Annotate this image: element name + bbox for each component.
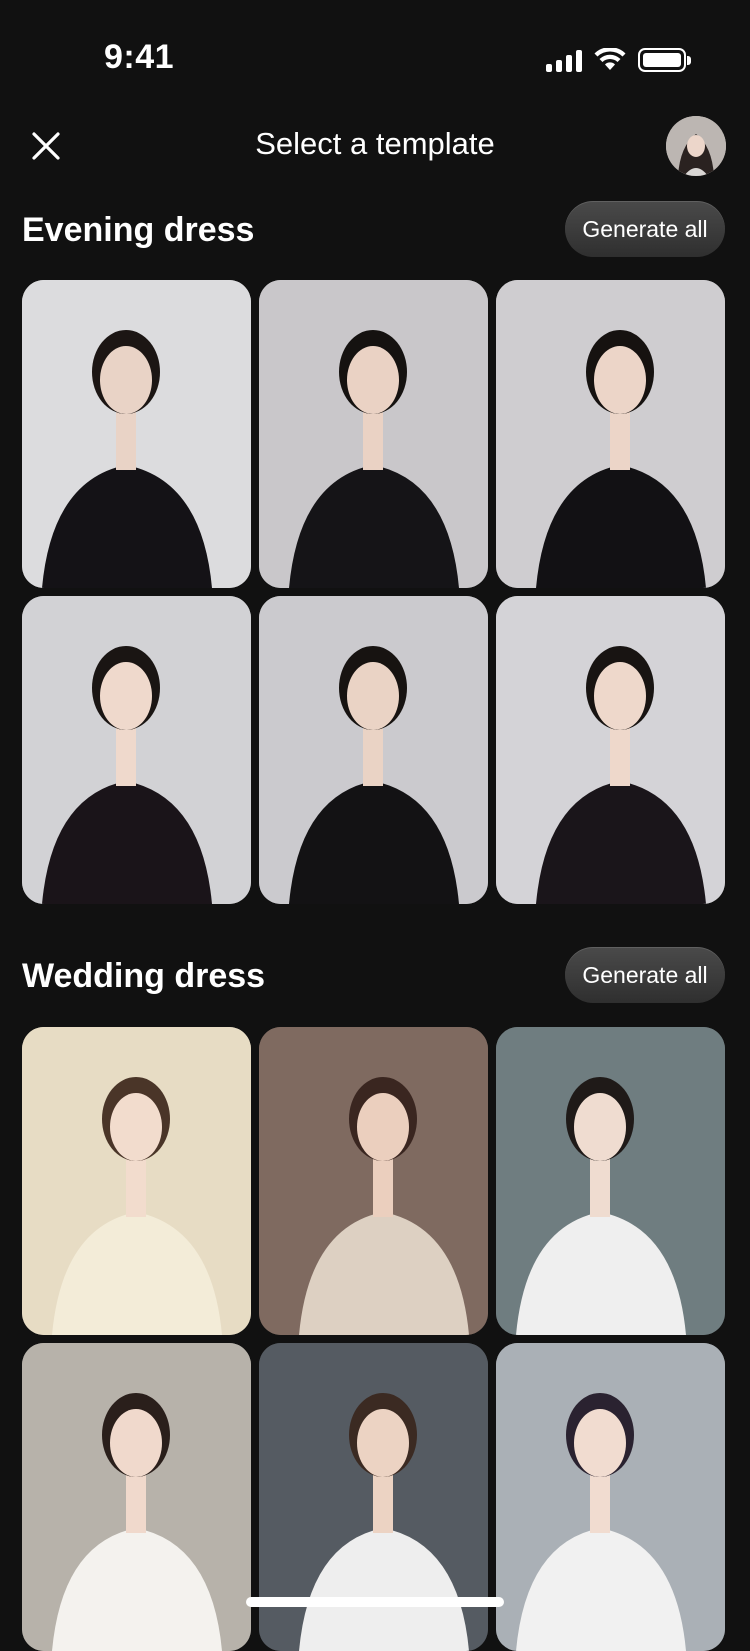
header: Select a template bbox=[0, 108, 750, 184]
home-indicator bbox=[246, 1597, 504, 1607]
template-card[interactable] bbox=[259, 596, 488, 904]
template-card[interactable] bbox=[22, 1343, 251, 1651]
section-header: Wedding dress Generate all bbox=[0, 947, 750, 1007]
generate-all-button[interactable]: Generate all bbox=[565, 947, 725, 1003]
template-thumbnail bbox=[496, 1343, 725, 1651]
page-title: Select a template bbox=[255, 126, 495, 161]
signal-icon bbox=[546, 48, 582, 72]
template-card[interactable] bbox=[22, 280, 251, 588]
template-thumbnail bbox=[259, 1027, 488, 1335]
generate-all-button[interactable]: Generate all bbox=[565, 201, 725, 257]
template-card[interactable] bbox=[22, 596, 251, 904]
section-wedding-dress: Wedding dress Generate all bbox=[0, 947, 750, 1651]
template-thumbnail bbox=[22, 1027, 251, 1335]
template-card[interactable] bbox=[496, 280, 725, 588]
section-evening-dress: Evening dress Generate all bbox=[0, 201, 750, 904]
template-card[interactable] bbox=[496, 1343, 725, 1651]
wifi-icon bbox=[594, 48, 626, 70]
template-card[interactable] bbox=[259, 280, 488, 588]
user-avatar[interactable] bbox=[666, 116, 726, 176]
template-grid bbox=[22, 280, 725, 904]
template-thumbnail bbox=[259, 280, 488, 588]
template-thumbnail bbox=[496, 1027, 725, 1335]
template-thumbnail bbox=[22, 1343, 251, 1651]
template-thumbnail bbox=[22, 596, 251, 904]
template-grid bbox=[22, 1027, 725, 1651]
section-header: Evening dress Generate all bbox=[0, 201, 750, 261]
status-time: 9:41 bbox=[104, 38, 175, 76]
section-title: Wedding dress bbox=[22, 957, 266, 995]
battery-icon bbox=[638, 48, 691, 72]
status-bar: 9:41 bbox=[0, 0, 750, 92]
template-card[interactable] bbox=[496, 596, 725, 904]
template-card[interactable] bbox=[22, 1027, 251, 1335]
template-thumbnail bbox=[496, 596, 725, 904]
status-icons bbox=[546, 44, 691, 76]
section-title: Evening dress bbox=[22, 211, 255, 249]
template-card[interactable] bbox=[496, 1027, 725, 1335]
template-thumbnail bbox=[22, 280, 251, 588]
template-thumbnail bbox=[496, 280, 725, 588]
template-card[interactable] bbox=[259, 1027, 488, 1335]
template-thumbnail bbox=[259, 596, 488, 904]
